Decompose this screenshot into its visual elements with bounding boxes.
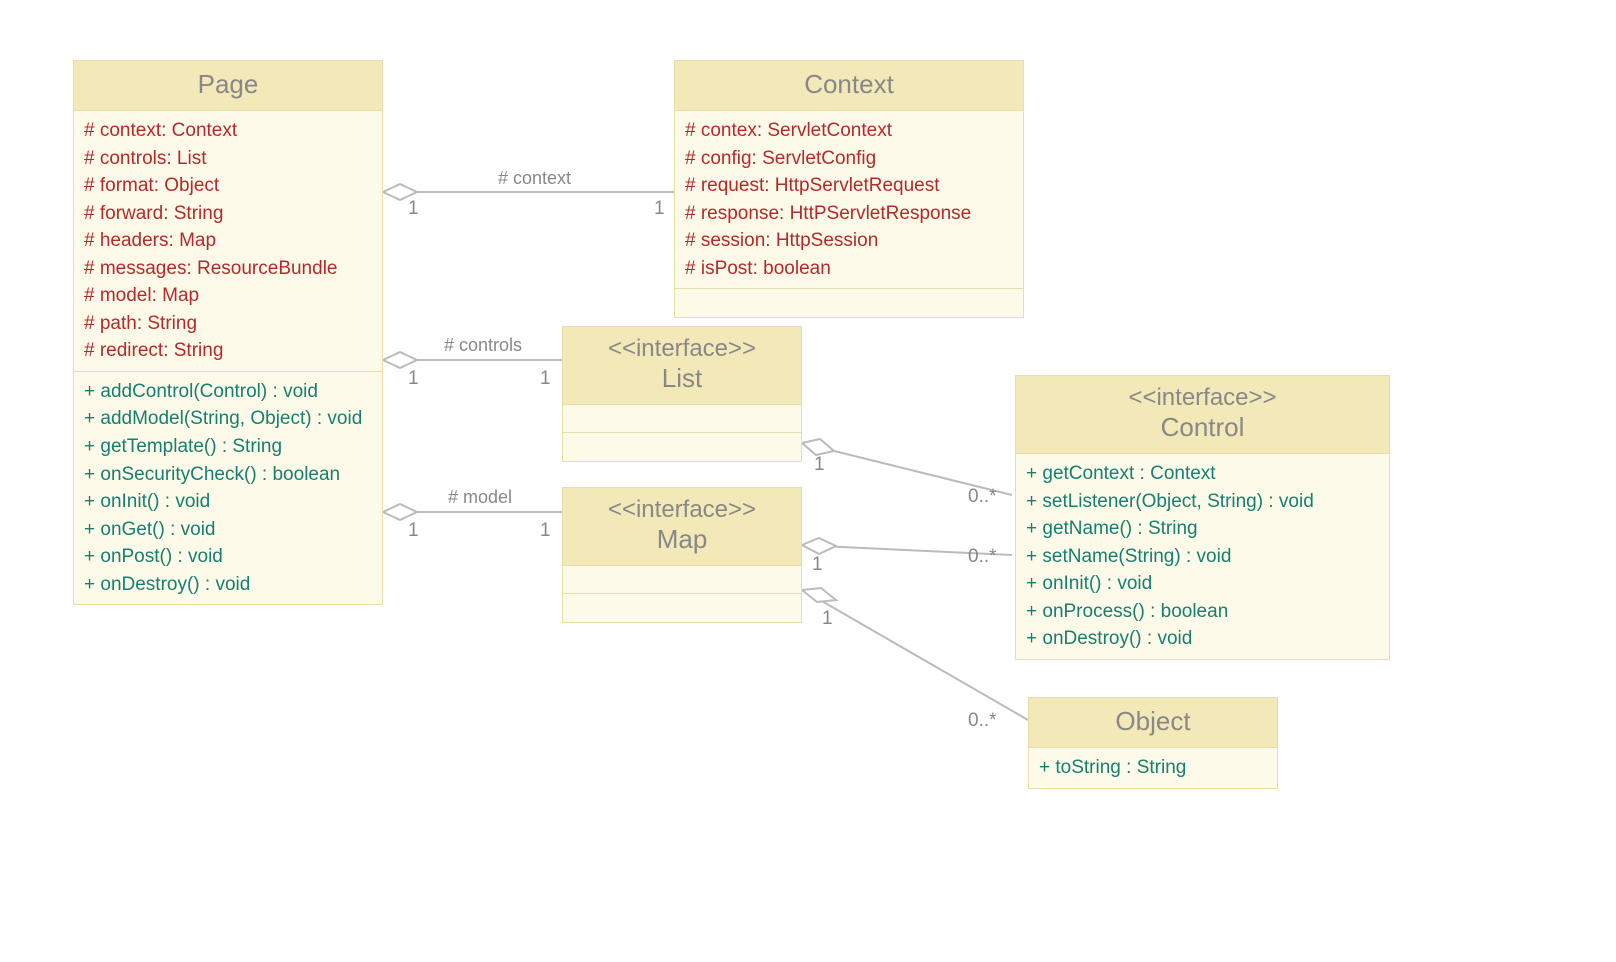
class-name: Control xyxy=(1020,412,1385,443)
attr: # contex: ServletContext xyxy=(685,117,1013,145)
edge-label-controls: # controls xyxy=(444,335,522,356)
class-name: Page xyxy=(78,69,378,100)
mult: 0..* xyxy=(968,486,997,508)
mult: 1 xyxy=(408,198,419,220)
method: + onInit() : void xyxy=(1026,570,1379,598)
method: + setName(String) : void xyxy=(1026,543,1379,571)
attr: # format: Object xyxy=(84,172,372,200)
class-object: Object + toString : String xyxy=(1028,697,1278,789)
method: + toString : String xyxy=(1039,754,1267,782)
edge-label-model: # model xyxy=(448,487,512,508)
method: + onDestroy() : void xyxy=(84,571,372,599)
method: + onInit() : void xyxy=(84,488,372,516)
class-context: Context # contex: ServletContext # confi… xyxy=(674,60,1024,318)
mult: 1 xyxy=(540,368,551,390)
class-page: Page # context: Context # controls: List… xyxy=(73,60,383,605)
mult: 1 xyxy=(814,454,825,476)
class-title-page: Page xyxy=(74,61,382,111)
mult: 1 xyxy=(408,368,419,390)
method: + onPost() : void xyxy=(84,543,372,571)
attr: # model: Map xyxy=(84,282,372,310)
class-title-context: Context xyxy=(675,61,1023,111)
attr: # headers: Map xyxy=(84,227,372,255)
method: + addModel(String, Object) : void xyxy=(84,405,372,433)
method: + addControl(Control) : void xyxy=(84,378,372,406)
context-attributes: # contex: ServletContext # config: Servl… xyxy=(675,111,1023,289)
mult: 1 xyxy=(540,520,551,542)
control-methods: + getContext : Context + setListener(Obj… xyxy=(1016,454,1389,659)
class-control: <<interface>> Control + getContext : Con… xyxy=(1015,375,1390,660)
method: + onSecurityCheck() : boolean xyxy=(84,461,372,489)
class-name: Map xyxy=(567,524,797,555)
attr: # config: ServletConfig xyxy=(685,145,1013,173)
method: + getName() : String xyxy=(1026,515,1379,543)
context-methods xyxy=(675,289,1023,317)
method: + onProcess() : boolean xyxy=(1026,598,1379,626)
class-title-list: <<interface>> List xyxy=(563,327,801,405)
class-map: <<interface>> Map xyxy=(562,487,802,623)
method: + getTemplate() : String xyxy=(84,433,372,461)
attr: # request: HttpServletRequest xyxy=(685,172,1013,200)
class-title-object: Object xyxy=(1029,698,1277,748)
list-attributes xyxy=(563,405,801,433)
object-methods: + toString : String xyxy=(1029,748,1277,788)
class-name: Object xyxy=(1033,706,1273,737)
attr: # messages: ResourceBundle xyxy=(84,255,372,283)
mult: 1 xyxy=(812,554,823,576)
class-name: Context xyxy=(679,69,1019,100)
stereotype: <<interface>> xyxy=(567,335,797,363)
mult: 1 xyxy=(822,608,833,630)
map-methods xyxy=(563,594,801,622)
attr: # path: String xyxy=(84,310,372,338)
attr: # forward: String xyxy=(84,200,372,228)
method: + getContext : Context xyxy=(1026,460,1379,488)
class-list: <<interface>> List xyxy=(562,326,802,462)
attr: # response: HttPServletResponse xyxy=(685,200,1013,228)
attr: # isPost: boolean xyxy=(685,255,1013,283)
class-title-map: <<interface>> Map xyxy=(563,488,801,566)
attr: # redirect: String xyxy=(84,337,372,365)
class-name: List xyxy=(567,363,797,394)
attr: # context: Context xyxy=(84,117,372,145)
page-attributes: # context: Context # controls: List # fo… xyxy=(74,111,382,372)
map-attributes xyxy=(563,566,801,594)
class-title-control: <<interface>> Control xyxy=(1016,376,1389,454)
page-methods: + addControl(Control) : void + addModel(… xyxy=(74,372,382,604)
method: + onGet() : void xyxy=(84,516,372,544)
list-methods xyxy=(563,433,801,461)
stereotype: <<interface>> xyxy=(1020,384,1385,412)
attr: # controls: List xyxy=(84,145,372,173)
mult: 0..* xyxy=(968,710,997,732)
mult: 0..* xyxy=(968,546,997,568)
method: + setListener(Object, String) : void xyxy=(1026,488,1379,516)
method: + onDestroy() : void xyxy=(1026,625,1379,653)
stereotype: <<interface>> xyxy=(567,496,797,524)
edge-label-context: # context xyxy=(498,168,571,189)
mult: 1 xyxy=(408,520,419,542)
attr: # session: HttpSession xyxy=(685,227,1013,255)
mult: 1 xyxy=(654,198,665,220)
